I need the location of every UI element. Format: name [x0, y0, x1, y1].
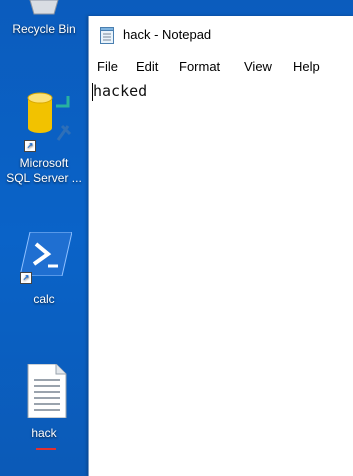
- desktop-icon-label: calc: [33, 292, 55, 306]
- running-indicator: [36, 448, 56, 450]
- desktop-icon-hack[interactable]: hack: [0, 364, 88, 464]
- desktop-icon-label: Microsoft: [19, 156, 69, 170]
- menu-help[interactable]: Help: [293, 59, 320, 74]
- text-file-icon: [27, 364, 67, 418]
- menu-edit[interactable]: Edit: [136, 59, 158, 74]
- desktop-icon-recycle-bin[interactable]: Recycle Bin: [0, 0, 88, 40]
- shortcut-arrow-icon: ↗: [20, 272, 32, 284]
- notepad-icon: [100, 27, 114, 44]
- window-title: hack - Notepad: [123, 27, 212, 42]
- desktop-icon-calc[interactable]: ↗ calc: [0, 232, 88, 312]
- title-bar[interactable]: hack - Notepad: [89, 16, 353, 54]
- shortcut-arrow-icon: ↗: [24, 140, 36, 152]
- text-editor[interactable]: hacked: [89, 78, 353, 476]
- menu-file[interactable]: File: [97, 59, 118, 74]
- desktop-icon-sql-server[interactable]: ↗ Microsoft SQL Server ...: [0, 88, 88, 198]
- menu-format[interactable]: Format: [179, 59, 220, 74]
- powershell-icon: [20, 232, 72, 276]
- menu-bar: File Edit Format View Help: [89, 56, 353, 78]
- desktop-icon-label: SQL Server ...: [6, 171, 82, 185]
- notepad-window[interactable]: hack - Notepad File Edit Format View Hel…: [88, 16, 353, 476]
- desktop-icon-label: hack: [31, 426, 57, 440]
- menu-view[interactable]: View: [244, 59, 272, 74]
- desktop-icon-label: Recycle Bin: [12, 22, 76, 36]
- editor-content: hacked: [93, 82, 148, 100]
- recycle-bin-icon: [29, 0, 59, 15]
